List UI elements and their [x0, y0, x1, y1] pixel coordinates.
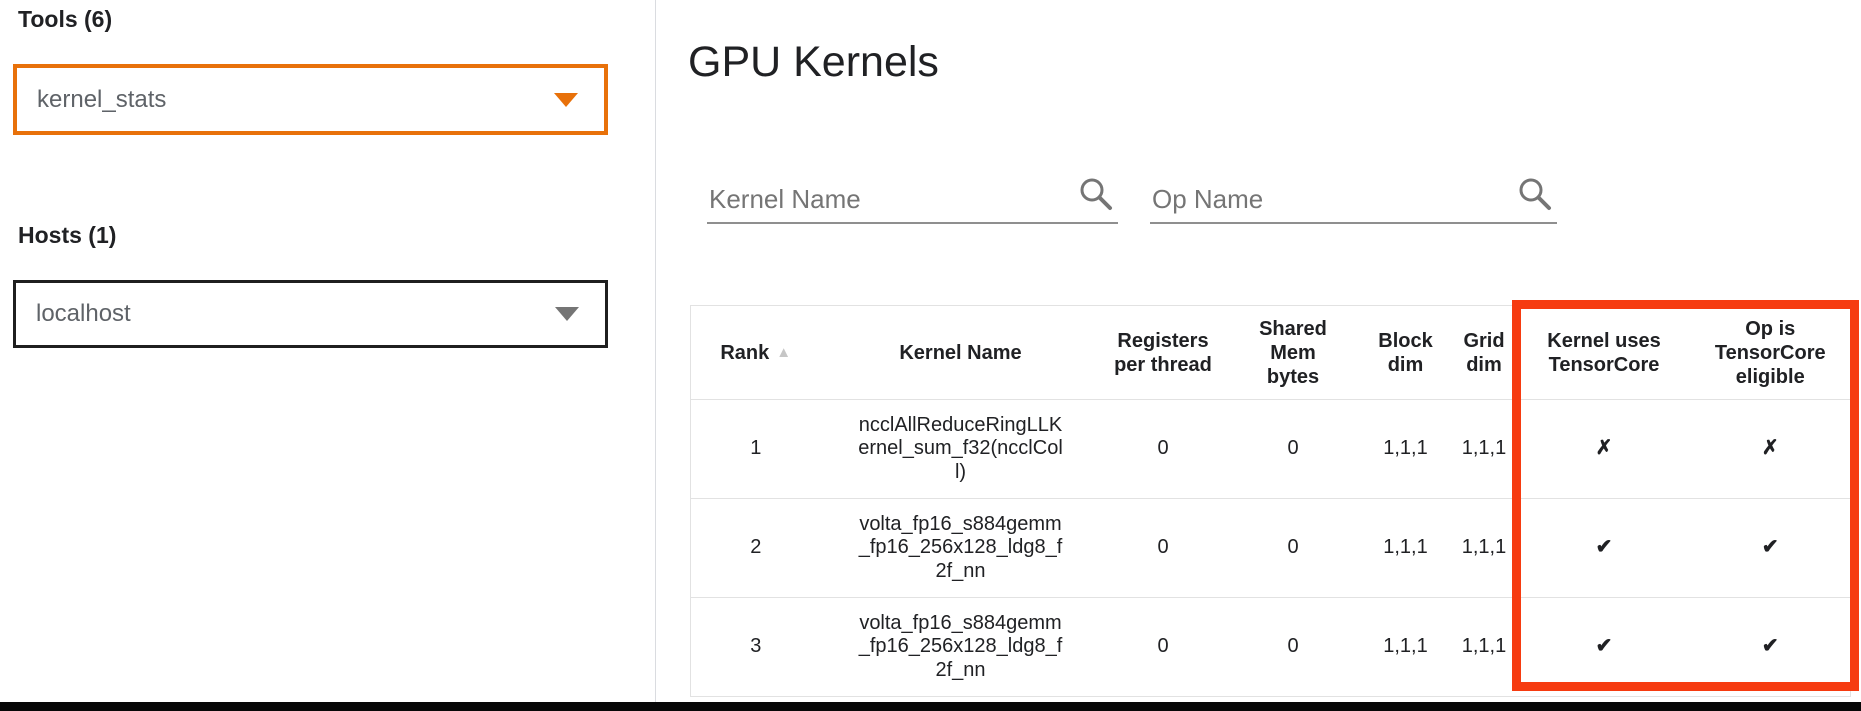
cell-block-dim: 1,1,1 [1361, 598, 1451, 697]
window-bottom-edge [0, 702, 1861, 711]
kernel-name-input[interactable] [707, 183, 1072, 216]
cell-grid-dim: 1,1,1 [1451, 400, 1518, 499]
column-header-block-dim[interactable]: Block dim [1361, 306, 1451, 400]
column-header-label: Grid dim [1460, 329, 1508, 377]
op-name-filter [1150, 162, 1557, 224]
column-header-rank[interactable]: Rank ▲ [691, 306, 821, 400]
column-header-label: Shared Mem bytes [1250, 317, 1336, 389]
column-header-kernel-name[interactable]: Kernel Name [821, 306, 1101, 400]
cell-grid-dim: 1,1,1 [1451, 499, 1518, 598]
page-title: GPU Kernels [688, 38, 939, 87]
column-header-label: Rank [720, 341, 769, 365]
column-header-label: Registers per thread [1113, 329, 1213, 377]
op-name-input[interactable] [1150, 183, 1511, 216]
sidebar-divider [655, 0, 656, 702]
cell-shared-mem-bytes: 0 [1226, 400, 1361, 499]
column-header-registers-per-thread[interactable]: Registers per thread [1101, 306, 1226, 400]
sort-asc-icon: ▲ [776, 344, 791, 361]
cell-rank: 2 [691, 499, 821, 598]
profiler-page: Tools (6) kernel_stats Hosts (1) localho… [0, 0, 1861, 711]
column-header-label: Kernel Name [899, 341, 1021, 365]
cell-block-dim: 1,1,1 [1361, 400, 1451, 499]
cell-kernel-name: volta_fp16_s884gemm_fp16_256x128_ldg8_f2… [821, 598, 1101, 697]
cell-registers-per-thread: 0 [1101, 400, 1226, 499]
cell-rank: 1 [691, 400, 821, 499]
search-icon [1076, 174, 1116, 214]
caret-down-icon [554, 93, 578, 107]
column-header-label: Block dim [1374, 329, 1438, 377]
column-header-shared-mem-bytes[interactable]: Shared Mem bytes [1226, 306, 1361, 400]
cell-registers-per-thread: 0 [1101, 598, 1226, 697]
hosts-select-value: localhost [36, 300, 131, 328]
cell-shared-mem-bytes: 0 [1226, 598, 1361, 697]
column-header-grid-dim[interactable]: Grid dim [1451, 306, 1518, 400]
cell-block-dim: 1,1,1 [1361, 499, 1451, 598]
cell-rank: 3 [691, 598, 821, 697]
cell-kernel-name: ncclAllReduceRingLLKernel_sum_f32(ncclCo… [821, 400, 1101, 499]
search-icon [1515, 174, 1555, 214]
caret-down-icon [555, 307, 579, 321]
cell-shared-mem-bytes: 0 [1226, 499, 1361, 598]
tools-select-value: kernel_stats [37, 86, 166, 114]
cell-kernel-name: volta_fp16_s884gemm_fp16_256x128_ldg8_f2… [821, 499, 1101, 598]
tensorcore-columns-highlight-annotation [1512, 300, 1859, 691]
hosts-select[interactable]: localhost [13, 280, 608, 348]
cell-grid-dim: 1,1,1 [1451, 598, 1518, 697]
tools-select[interactable]: kernel_stats [13, 64, 608, 135]
kernel-name-filter [707, 162, 1118, 224]
cell-registers-per-thread: 0 [1101, 499, 1226, 598]
tools-label: Tools (6) [18, 6, 112, 33]
hosts-label: Hosts (1) [18, 222, 116, 249]
